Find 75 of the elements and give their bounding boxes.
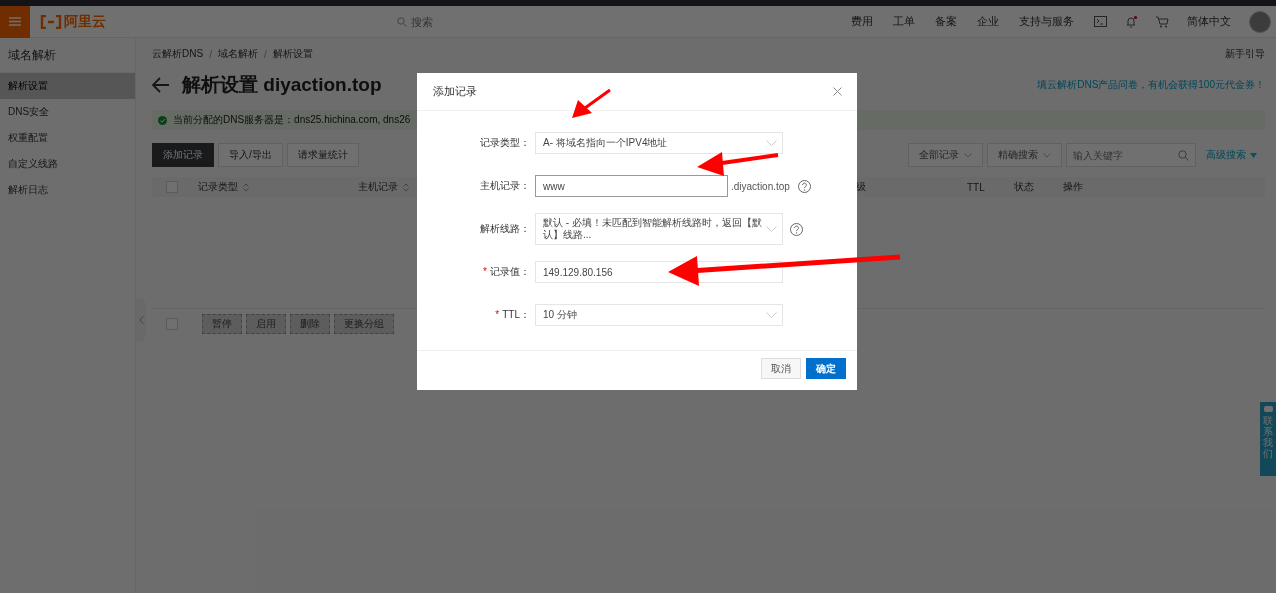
menu-icon [9,17,21,26]
check-circle-icon [158,115,167,125]
annotation-arrow [572,88,611,118]
brand-name: 阿里云 [64,12,106,31]
breadcrumb-link[interactable]: 解析设置 [272,47,313,61]
column-header: 状态 [1014,180,1035,194]
caret-down-icon [1250,152,1257,158]
field-label: 记录类型： [480,137,530,148]
chevron-left-icon [138,316,144,324]
chevron-down-icon [766,312,777,318]
contact-text: 联系我们 [1263,415,1273,459]
close-icon[interactable] [833,87,842,96]
field-label: 解析线路： [480,223,530,234]
field-label: 记录值： [490,266,530,277]
field-label: TTL： [502,309,530,320]
sidebar-item[interactable]: 自定义线路 [0,151,135,177]
cart-icon[interactable] [1156,15,1169,28]
nav-link[interactable]: 支持与服务 [1019,14,1074,29]
menu-button[interactable] [0,5,30,38]
help-icon[interactable] [797,179,811,193]
select-field[interactable]: 默认 - 必填！未匹配到智能解析线路时，返回【默认】线路... [535,213,783,245]
chevron-down-icon [766,226,777,232]
field-label: 主机记录： [480,180,530,191]
column-header: 操作 [1063,180,1083,194]
logo-icon [40,14,62,29]
confirm-button[interactable]: 确定 [806,358,846,379]
breadcrumb-separator: / [209,48,212,60]
toolbar-button[interactable]: 添加记录 [152,143,214,167]
search-icon [1178,150,1189,161]
cancel-button[interactable]: 取消 [761,358,801,379]
chevron-down-icon [1043,152,1051,158]
sidebar-item[interactable]: 解析设置 [0,73,135,99]
breadcrumb-link[interactable]: 域名解析 [217,47,258,61]
help-icon[interactable] [790,222,803,236]
toolbar-button[interactable]: 请求量统计 [286,143,359,167]
bell-icon[interactable] [1125,15,1138,28]
dialog-title: 添加记录 [433,84,477,99]
search-field[interactable]: 搜索 [410,15,451,28]
required-mark: * [495,309,500,320]
search-icon [396,16,407,27]
filter-dropdown[interactable]: 全部记录 [908,143,983,167]
sidebar-item[interactable]: 权重配置 [0,125,135,151]
nav-link[interactable]: 工单 [893,14,915,29]
chevron-down-icon [766,140,777,146]
language-link[interactable]: 简体中文 [1187,14,1231,29]
column-header: TTL [967,181,986,193]
sort-icon[interactable] [243,182,249,192]
contact-tab[interactable]: 联系我们 [1260,402,1276,476]
required-mark: * [483,266,487,277]
sidebar-item[interactable]: DNS安全 [0,99,135,125]
nav-link[interactable]: 企业 [977,14,999,29]
toolbar-button[interactable]: 导入/导出 [218,143,283,167]
select-field[interactable]: A- 将域名指向一个IPV4地址 [535,132,783,154]
column-header: 记录类型 [198,180,358,194]
advanced-search-link[interactable]: 高级搜索 [1206,148,1257,162]
breadcrumb-link[interactable]: 云解析DNS [152,47,204,61]
input-field[interactable]: www [535,175,728,197]
nav-link[interactable]: 备案 [935,14,957,29]
domain-suffix: .diyaction.top [731,180,790,192]
select-field[interactable]: 10 分钟 [535,304,783,326]
chevron-down-icon [964,152,972,158]
filter-dropdown[interactable]: 精确搜索 [987,143,1062,167]
sidebar-item[interactable]: 解析日志 [0,177,135,203]
terminal-icon[interactable] [1094,16,1107,27]
chat-icon [1263,406,1273,412]
sort-icon[interactable] [403,182,409,192]
column-header: 级 [856,180,867,194]
survey-link[interactable]: 填云解析DNS产品问卷，有机会获得100元代金券！ [1037,78,1265,92]
back-arrow-icon[interactable] [152,77,170,93]
page-title: 解析设置 diyaction.top [182,73,382,97]
guide-link[interactable]: 新手引导 [1225,47,1265,61]
breadcrumb-separator: / [263,48,267,60]
alert-text: 当前分配的DNS服务器是：dns25.hichina.com, dns26 [173,113,411,127]
nav-link[interactable]: 费用 [851,14,873,29]
avatar[interactable] [1249,10,1271,33]
